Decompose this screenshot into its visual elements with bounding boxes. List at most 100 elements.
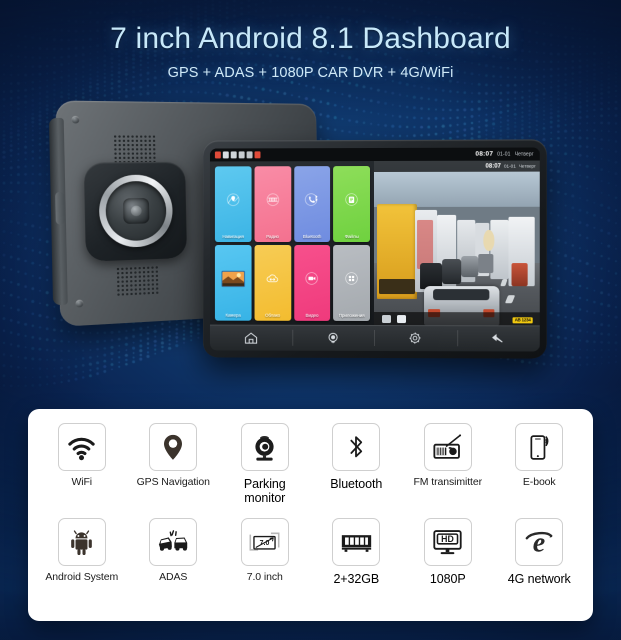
car-collision-icon bbox=[149, 518, 197, 566]
feature-smartphone-signal: E-book bbox=[494, 423, 586, 505]
navigation-pin-icon bbox=[215, 166, 251, 234]
product-image-stage: 08:07 01-01 Четверг Навигация Радио Blueto… bbox=[0, 96, 621, 396]
svg-text:e: e bbox=[533, 527, 545, 557]
app-tile-label: Камера bbox=[215, 313, 251, 321]
android-navigation-bar bbox=[210, 325, 540, 352]
license-plate: AB 1234 bbox=[513, 317, 533, 323]
feature-radio: FM transimitter bbox=[402, 423, 494, 505]
rotating-camera-module bbox=[84, 162, 187, 262]
feature-label: Android System bbox=[45, 572, 118, 584]
android-robot-icon bbox=[58, 518, 106, 566]
feature-bluetooth: Bluetooth bbox=[311, 423, 403, 505]
app-tile-label: Облако bbox=[254, 313, 290, 321]
status-weekday: Четверг bbox=[515, 151, 534, 157]
app-tile-label: Bluetooth bbox=[294, 234, 331, 242]
feature-label: Parking monitor bbox=[244, 477, 286, 505]
device-side-button bbox=[55, 192, 65, 225]
battery-icon bbox=[255, 151, 261, 158]
app-tile-phone-bluetooth[interactable]: Bluetooth bbox=[294, 166, 331, 242]
video-camera-icon bbox=[294, 245, 331, 313]
device-front-view: 08:07 01-01 Четверг Навигация Радио Blueto… bbox=[203, 139, 547, 358]
memory-ram-icon bbox=[332, 518, 380, 566]
settings-gear-icon bbox=[408, 331, 422, 345]
svg-text:7.0: 7.0 bbox=[260, 540, 270, 547]
phone-bluetooth-icon bbox=[294, 166, 331, 234]
app-tile-label: Радио bbox=[254, 234, 290, 242]
feature-screen-size: 7.0 7.0 inch bbox=[219, 518, 311, 586]
files-folder-icon bbox=[333, 166, 370, 234]
back-arrow-icon bbox=[491, 331, 506, 346]
app-tile-cloud[interactable]: Облако bbox=[254, 245, 290, 321]
app-tile-navigation-pin[interactable]: Навигация bbox=[215, 166, 251, 242]
status-date: 01-01 bbox=[497, 151, 510, 157]
feature-label: ADAS bbox=[159, 572, 187, 584]
status-bar-icons bbox=[215, 151, 261, 158]
feature-label: GPS Navigation bbox=[137, 477, 210, 489]
nav-settings-button[interactable] bbox=[374, 325, 457, 351]
map-pin-icon bbox=[149, 423, 197, 471]
wifi-icon bbox=[223, 151, 229, 158]
home-icon bbox=[243, 330, 258, 345]
device-screen: 08:07 01-01 Четверг Навигация Радио Blueto… bbox=[210, 147, 540, 351]
app-tile-apps-grid[interactable]: Приложения bbox=[333, 245, 370, 321]
app-tile-label: Приложения bbox=[333, 313, 370, 321]
app-tile-label: Навигация bbox=[215, 234, 251, 242]
feature-memory-ram: 2+32GB bbox=[311, 518, 403, 586]
dashcam-time: 08:07 bbox=[485, 163, 500, 169]
feature-webcam: Parking monitor bbox=[219, 423, 311, 505]
page-title: 7 inch Android 8.1 Dashboard bbox=[0, 22, 621, 56]
rear-screw bbox=[72, 116, 80, 124]
camera-icon bbox=[326, 331, 340, 345]
hd-monitor-icon: HD bbox=[424, 518, 472, 566]
signal-icon bbox=[215, 151, 221, 158]
feature-hd-monitor: HD 1080P bbox=[402, 518, 494, 586]
camera-photo-icon bbox=[215, 245, 251, 313]
nav-back-button[interactable] bbox=[457, 325, 540, 351]
nav-home-button[interactable] bbox=[210, 325, 292, 351]
car-foreground-rear-window bbox=[433, 289, 489, 301]
app-tile-files-folder[interactable]: Файлы bbox=[333, 166, 370, 242]
nav-camera-button[interactable] bbox=[292, 325, 374, 351]
app-tile-radio-dial[interactable]: Радио bbox=[254, 166, 290, 242]
dashcam-snapshot-button[interactable] bbox=[397, 315, 406, 323]
status-time: 08:07 bbox=[475, 151, 493, 158]
webcam-icon bbox=[241, 423, 289, 471]
car-dark-mid bbox=[420, 263, 442, 289]
wifi-icon bbox=[58, 423, 106, 471]
android-status-bar: 08:07 01-01 Четверг bbox=[210, 147, 540, 161]
feature-map-pin: GPS Navigation bbox=[128, 423, 220, 505]
feature-label: 1080P bbox=[430, 572, 466, 586]
car-silver-mid bbox=[462, 256, 479, 277]
camera-lens-icon bbox=[123, 198, 149, 224]
app-tile-label: Видео bbox=[294, 313, 331, 321]
app-tile-camera-photo[interactable]: Камера bbox=[215, 245, 251, 321]
gps-icon bbox=[231, 151, 237, 158]
app-tile-label: Файлы bbox=[333, 234, 370, 242]
feature-wifi: WiFi bbox=[36, 423, 128, 505]
feature-label: 2+32GB bbox=[333, 572, 379, 586]
app-tile-video-camera[interactable]: Видео bbox=[294, 245, 331, 321]
dashcam-live-preview[interactable]: 08:07 01-01 Четверг AB 1234 bbox=[374, 161, 540, 326]
camera-bezel-ring bbox=[98, 174, 173, 248]
camera-inner-ring bbox=[105, 181, 167, 242]
dashcam-record-button[interactable] bbox=[382, 315, 391, 323]
cloud-icon bbox=[254, 245, 290, 313]
feature-label: WiFi bbox=[71, 477, 92, 489]
header: 7 inch Android 8.1 Dashboard GPS + ADAS … bbox=[0, 0, 621, 81]
app-launcher-grid: Навигация Радио Bluetooth Файлы Камера Облако… bbox=[210, 161, 374, 325]
internet-explorer-e-icon: e bbox=[515, 518, 563, 566]
feature-internet-explorer-e: e 4G network bbox=[494, 518, 586, 586]
truck-red-accent bbox=[417, 220, 434, 269]
feature-row-1: WiFi GPS Navigation Parking monitor Bluetoo… bbox=[36, 423, 585, 505]
feature-label: 4G network bbox=[508, 572, 571, 586]
car-far-mid bbox=[478, 254, 493, 272]
screen-size-icon: 7.0 bbox=[241, 518, 289, 566]
dashcam-weekday: Четверг bbox=[519, 164, 536, 169]
smartphone-signal-icon bbox=[515, 423, 563, 471]
status-bar-clock: 08:07 01-01 Четверг bbox=[475, 147, 533, 160]
feature-label: 7.0 inch bbox=[247, 572, 283, 584]
radio-dial-icon bbox=[254, 166, 290, 234]
car-grey-mid bbox=[442, 259, 462, 284]
feature-row-2: Android System ADAS 7.0 7.0 inch 2+32GB HD 108… bbox=[36, 518, 585, 586]
usb-icon bbox=[247, 151, 253, 158]
